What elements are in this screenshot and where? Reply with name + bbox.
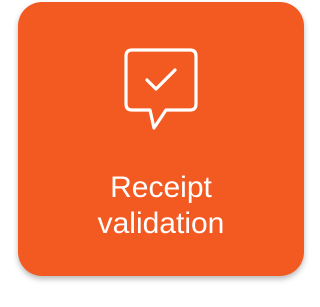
tile-label-line-2: validation [97,207,225,240]
tile-label: Receipt validation [18,170,304,242]
tile-label-line-1: Receipt [110,171,212,204]
receipt-validation-tile[interactable]: Receipt validation [18,2,304,276]
chat-checkmark-icon [120,44,202,136]
